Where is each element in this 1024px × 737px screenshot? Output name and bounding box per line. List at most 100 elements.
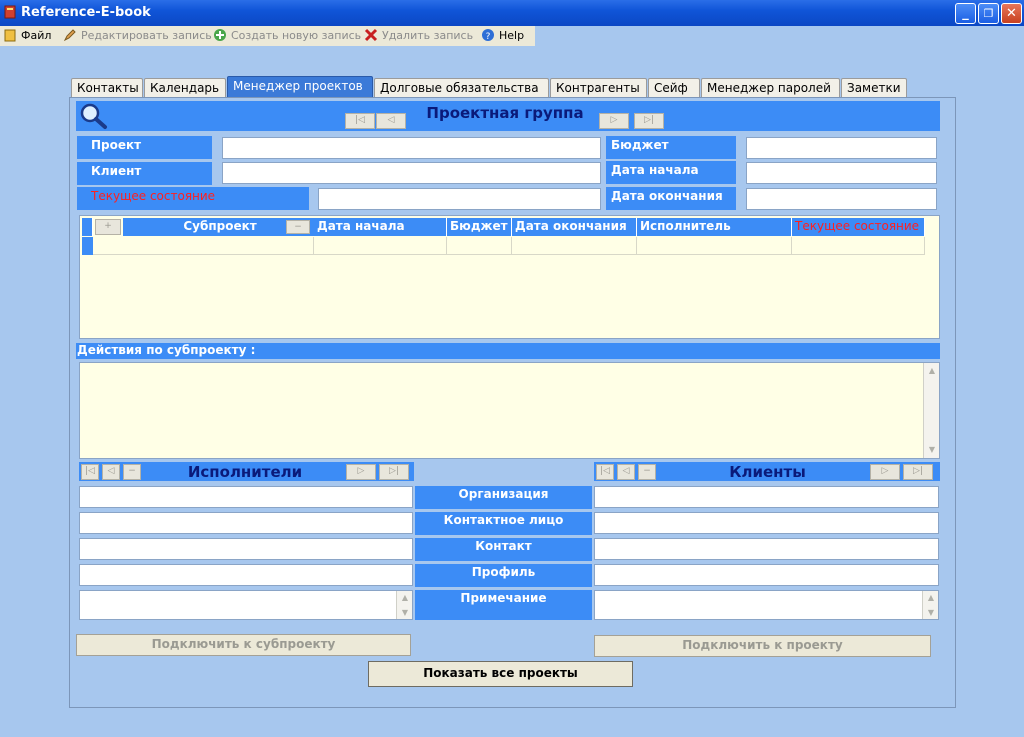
client-contact-field[interactable] <box>594 538 939 560</box>
client-note-field[interactable]: ▲ ▼ <box>594 590 939 620</box>
budget-field[interactable] <box>746 137 937 159</box>
grid-cell-end-date[interactable] <box>512 237 637 255</box>
project-label: Проект <box>77 136 212 159</box>
clients-next-button[interactable]: ▷ <box>870 464 900 480</box>
clients-prev-button[interactable]: ◁ <box>617 464 635 480</box>
menu-create-record[interactable]: Создать новую запись <box>213 28 361 44</box>
clients-remove-button[interactable]: − <box>638 464 656 480</box>
executors-last-button[interactable]: ▷| <box>379 464 409 480</box>
clients-title: Клиенты <box>729 463 806 481</box>
tab-debt-obligations[interactable]: Долговые обязательства <box>374 78 549 98</box>
project-group-title: Проектная группа <box>426 104 584 122</box>
tab-notes[interactable]: Заметки <box>841 78 907 98</box>
nav-prev-button[interactable]: ◁ <box>376 113 406 129</box>
current-state-label: Текущее состояние <box>77 187 309 210</box>
executor-contact-person-field[interactable] <box>79 512 413 534</box>
svg-text:?: ? <box>486 32 491 42</box>
clients-first-button[interactable]: |◁ <box>596 464 614 480</box>
col-budget[interactable]: Бюджет <box>447 218 512 236</box>
attach-to-project-button[interactable]: Подключить к проекту <box>594 635 931 657</box>
menu-file[interactable]: Файл <box>3 28 51 44</box>
note-label: Примечание <box>415 590 592 620</box>
executors-prev-button[interactable]: ◁ <box>102 464 120 480</box>
menu-edit-record[interactable]: Редактировать запись <box>63 28 212 44</box>
clients-last-button[interactable]: ▷| <box>903 464 933 480</box>
window-title: Reference-E-book <box>21 5 151 20</box>
menu-bar: Файл Редактировать запись Создать новую … <box>0 26 1024 46</box>
client-note-scrollbar[interactable]: ▲ ▼ <box>922 591 938 619</box>
current-state-field[interactable] <box>318 188 601 210</box>
row-indicator-header <box>82 218 93 236</box>
client-contact-person-field[interactable] <box>594 512 939 534</box>
grid-cell-executor[interactable] <box>637 237 792 255</box>
add-circle-icon <box>214 29 226 41</box>
col-executor[interactable]: Исполнитель <box>637 218 792 236</box>
executor-note-field[interactable]: ▲ ▼ <box>79 590 413 620</box>
client-profile-field[interactable] <box>594 564 939 586</box>
scroll-down-icon[interactable]: ▼ <box>924 606 938 619</box>
col-start-date[interactable]: Дата начала <box>314 218 447 236</box>
col-end-date[interactable]: Дата окончания <box>512 218 637 236</box>
tab-calendar[interactable]: Календарь <box>144 78 226 98</box>
contact-person-label: Контактное лицо <box>415 512 592 535</box>
organization-label: Организация <box>415 486 592 509</box>
contact-label: Контакт <box>415 538 592 561</box>
menu-delete-record[interactable]: Удалить запись <box>364 28 473 44</box>
tab-safe[interactable]: Сейф <box>648 78 700 98</box>
end-date-label: Дата окончания <box>606 187 736 210</box>
nav-next-button[interactable]: ▷ <box>599 113 629 129</box>
delete-x-icon <box>364 28 378 42</box>
title-bar: Reference-E-book _ ❐ ✕ <box>0 0 1024 26</box>
tab-project-manager[interactable]: Менеджер проектов <box>227 76 373 98</box>
scroll-up-icon[interactable]: ▲ <box>398 591 412 604</box>
menu-help[interactable]: ? Help <box>481 28 524 44</box>
executor-profile-field[interactable] <box>79 564 413 586</box>
file-icon <box>4 29 16 42</box>
subproject-actions-label: Действия по субпроекту : <box>76 343 940 359</box>
show-all-projects-button[interactable]: Показать все проекты <box>368 661 633 687</box>
tab-counterparties[interactable]: Контрагенты <box>550 78 647 98</box>
edit-icon <box>63 29 76 42</box>
grid-cell-subproject[interactable] <box>93 237 314 255</box>
scroll-up-icon[interactable]: ▲ <box>924 591 938 604</box>
grid-add-button[interactable]: + <box>95 219 121 235</box>
scroll-up-icon[interactable]: ▲ <box>925 364 939 378</box>
executors-remove-button[interactable]: − <box>123 464 141 480</box>
subproject-actions-textarea[interactable]: ▲ ▼ <box>79 362 940 459</box>
book-icon <box>4 5 16 19</box>
help-icon: ? <box>482 29 494 42</box>
grid-cell-start-date[interactable] <box>314 237 447 255</box>
nav-first-button[interactable]: |◁ <box>345 113 375 129</box>
grid-remove-button[interactable]: − <box>286 220 310 234</box>
maximize-button[interactable]: ❐ <box>978 3 999 24</box>
client-organization-field[interactable] <box>594 486 939 508</box>
executor-note-scrollbar[interactable]: ▲ ▼ <box>396 591 412 619</box>
col-current-state[interactable]: Текущее состояние <box>792 218 925 236</box>
client-label: Клиент <box>77 162 212 185</box>
executors-title: Исполнители <box>187 463 303 481</box>
executors-first-button[interactable]: |◁ <box>81 464 99 480</box>
project-field[interactable] <box>222 137 601 159</box>
scroll-down-icon[interactable]: ▼ <box>398 606 412 619</box>
executor-contact-field[interactable] <box>79 538 413 560</box>
start-date-field[interactable] <box>746 162 937 184</box>
profile-label: Профиль <box>415 564 592 587</box>
tab-password-manager[interactable]: Менеджер паролей <box>701 78 840 98</box>
tab-contacts[interactable]: Контакты <box>71 78 143 98</box>
minimize-button[interactable]: _ <box>955 3 976 24</box>
budget-label: Бюджет <box>606 136 736 159</box>
search-icon[interactable] <box>78 102 108 130</box>
close-button[interactable]: ✕ <box>1001 3 1022 24</box>
subprojects-grid[interactable]: + Субпроект − Дата начала Бюджет Дата ок… <box>79 215 940 339</box>
executor-organization-field[interactable] <box>79 486 413 508</box>
end-date-field[interactable] <box>746 188 937 210</box>
client-field[interactable] <box>222 162 601 184</box>
nav-last-button[interactable]: ▷| <box>634 113 664 129</box>
row-indicator[interactable] <box>82 237 93 255</box>
scroll-down-icon[interactable]: ▼ <box>925 443 939 457</box>
grid-cell-current-state[interactable] <box>792 237 925 255</box>
grid-cell-budget[interactable] <box>447 237 512 255</box>
executors-next-button[interactable]: ▷ <box>346 464 376 480</box>
attach-to-subproject-button[interactable]: Подключить к субпроекту <box>76 634 411 656</box>
actions-scrollbar[interactable]: ▲ ▼ <box>923 363 939 458</box>
